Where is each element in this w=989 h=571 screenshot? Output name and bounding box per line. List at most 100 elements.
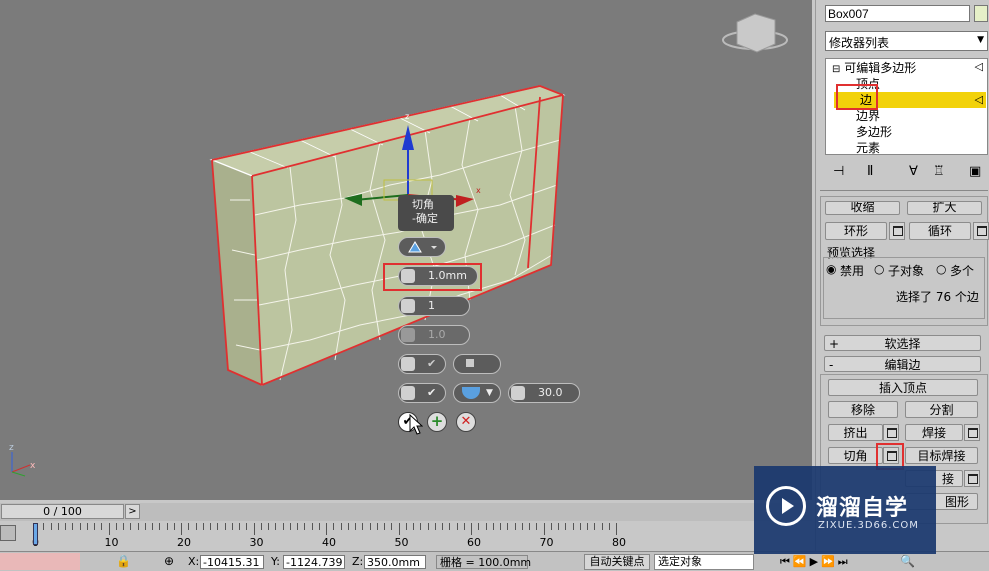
object-color-swatch[interactable] — [974, 5, 988, 22]
selected-object-dropdown[interactable]: 选定对象 — [654, 554, 754, 570]
stack-root-item[interactable]: ⊟ 可编辑多边形 — [832, 60, 916, 76]
watermark-title: 溜溜自学 — [816, 496, 909, 521]
smooth-threshold-dropdown[interactable]: ▼ — [453, 383, 501, 403]
chamfer-type-dropdown[interactable] — [398, 237, 446, 257]
ruler-tick-mark — [101, 523, 103, 530]
transform-mode-icon[interactable]: ⊕ — [164, 554, 174, 568]
play-icon[interactable]: ▶ — [810, 555, 821, 568]
soft-selection-rollout-header[interactable]: + 软选择 — [824, 335, 981, 351]
ruler-tick-mark — [130, 523, 132, 530]
ruler-tick-mark — [543, 523, 545, 535]
lock-selection-icon[interactable]: 🔒 — [116, 554, 131, 568]
ruler-tick-mark — [79, 523, 81, 530]
ruler-tick-mark — [275, 523, 277, 530]
ruler-tick-mark — [449, 523, 451, 530]
time-slider-thumb[interactable]: 0 / 100 — [1, 504, 124, 519]
open-chamfer-toggle[interactable]: ✔ — [398, 354, 446, 374]
chamfer-tension-spinner[interactable]: 1.0 — [398, 325, 470, 345]
make-unique-icon[interactable]: ∀ — [909, 164, 918, 179]
bridge-settings-button[interactable] — [964, 470, 980, 487]
split-button[interactable]: 分割 — [905, 401, 978, 418]
svg-text:z: z — [405, 112, 409, 121]
preview-disabled-label: 禁用 — [840, 264, 865, 278]
maxscript-listener[interactable] — [0, 553, 80, 570]
preview-multiple-radio[interactable]: ○ — [936, 262, 946, 276]
ruler-tick-label: 20 — [177, 536, 191, 549]
ruler-tick-mark — [311, 523, 313, 530]
ruler-tick-mark — [318, 523, 320, 530]
z-coordinate-field[interactable]: 350.0mm — [364, 555, 426, 569]
extrude-settings-button[interactable] — [883, 424, 899, 441]
show-end-result-toggle-icon[interactable]: Ⅱ — [867, 164, 873, 179]
next-frame-icon[interactable]: ⏩ — [821, 555, 838, 568]
smooth-toggle[interactable] — [453, 354, 501, 374]
stack-toolbar: ⊣ Ⅱ ∀ ♖ ▣ — [825, 162, 988, 184]
loop-button[interactable]: 循环 — [909, 222, 971, 240]
extrude-button[interactable]: 挤出 — [828, 424, 883, 441]
zoom-icon[interactable]: 🔍 — [900, 554, 915, 568]
weld-settings-button[interactable] — [964, 424, 980, 441]
smooth-mode-toggle[interactable]: ✔ — [398, 383, 446, 403]
apply-button[interactable]: + — [427, 412, 447, 432]
preview-subobject-radio[interactable]: ○ — [874, 262, 884, 276]
next-frame-arrow[interactable]: > — [125, 504, 140, 519]
pin-stack-icon[interactable]: ⊣ — [833, 164, 844, 179]
go-to-end-icon[interactable]: ⏭ — [838, 555, 851, 568]
preview-multiple-label: 多个 — [950, 264, 975, 278]
ruler-tick-mark — [434, 523, 436, 530]
weld-button[interactable]: 焊接 — [905, 424, 963, 441]
go-to-start-icon[interactable]: ⏮ — [780, 555, 793, 568]
divider — [820, 190, 988, 191]
time-slider[interactable]: 0 / 100 > — [0, 503, 812, 521]
auto-key-button[interactable]: 自动关键点 — [584, 554, 650, 570]
chamfer-button[interactable]: 切角 — [828, 447, 883, 464]
preview-selection-group: ◉ 禁用 ○ 子对象 ○ 多个 选择了 76 个边 — [823, 257, 985, 319]
ruler-tick-mark — [579, 523, 581, 530]
modifier-list-dropdown[interactable]: 修改器列表 ▼ — [825, 31, 988, 51]
ruler-tick-mark — [529, 523, 530, 530]
chevron-down-icon: ▼ — [977, 35, 984, 45]
perspective-viewport[interactable]: z x z x 切角 -确定 1.0mm 1 1.0 ✔ ✔ ▼ 30.0 ✔ … — [0, 0, 812, 500]
ruler-tick-mark — [253, 523, 255, 535]
chevron-down-icon: ▼ — [486, 388, 493, 398]
preview-disabled-radio[interactable]: ◉ — [826, 262, 836, 276]
track-bar[interactable]: 01020304050607080 — [0, 521, 812, 551]
remove-button[interactable]: 移除 — [828, 401, 898, 418]
track-bar-left-button[interactable] — [0, 525, 16, 541]
ruler-tick-mark — [391, 523, 393, 530]
cancel-button[interactable]: ✕ — [456, 412, 476, 432]
chamfer-segments-spinner[interactable]: 1 — [398, 296, 470, 316]
ruler-tick-mark — [50, 523, 52, 530]
object-name-field[interactable] — [825, 5, 970, 22]
stack-item-polygon[interactable]: 多边形 — [856, 124, 892, 140]
amount-highlight-box — [383, 263, 482, 291]
loop-spinner[interactable] — [973, 222, 989, 240]
ruler-tick-mark — [289, 523, 291, 530]
selection-rollout: 收缩 扩大 环形 循环 预览选择 ◉ 禁用 ○ 子对象 ○ 多个 选择了 76 … — [820, 196, 989, 326]
y-coordinate-field[interactable]: -1124.739 — [283, 555, 345, 569]
remove-modifier-icon[interactable]: ♖ — [933, 164, 945, 179]
threshold-icon — [511, 386, 525, 400]
tooltip-subtitle: -确定 — [412, 212, 438, 225]
configure-sets-icon[interactable]: ▣ — [969, 164, 981, 179]
stack-item-border[interactable]: 边界 — [856, 108, 880, 124]
watermark-logo-icon — [766, 486, 806, 526]
smooth-threshold-spinner[interactable]: 30.0 — [508, 383, 580, 403]
grow-button[interactable]: 扩大 — [907, 201, 982, 215]
insert-vertex-button[interactable]: 插入顶点 — [828, 379, 978, 396]
edit-edges-rollout-header[interactable]: - 编辑边 — [824, 356, 981, 372]
shrink-button[interactable]: 收缩 — [825, 201, 900, 215]
ruler-tick-mark — [456, 523, 458, 530]
soft-selection-title: 软选择 — [884, 337, 921, 351]
ring-button[interactable]: 环形 — [825, 222, 887, 240]
mouse-cursor-icon — [409, 414, 423, 435]
target-weld-button[interactable]: 目标焊接 — [905, 447, 978, 464]
x-coordinate-field[interactable]: -10415.31 — [200, 555, 264, 569]
previous-frame-icon[interactable]: ⏪ — [793, 555, 810, 568]
ruler-tick-mark — [405, 523, 407, 530]
collapse-sign: - — [829, 358, 834, 372]
ruler-tick-label: 10 — [104, 536, 119, 549]
ruler-tick-mark — [558, 523, 559, 530]
stack-item-element[interactable]: 元素 — [856, 140, 880, 156]
ring-spinner[interactable] — [889, 222, 905, 240]
